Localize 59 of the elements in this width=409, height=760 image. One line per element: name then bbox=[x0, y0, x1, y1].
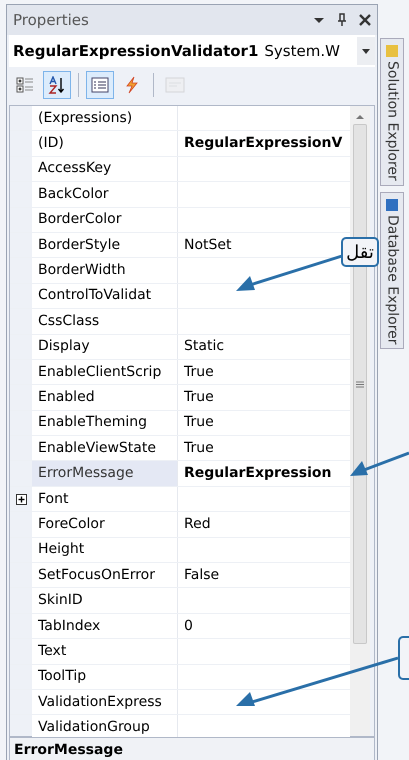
property-name[interactable]: TabIndex bbox=[32, 614, 178, 638]
property-value[interactable]: True bbox=[178, 360, 350, 384]
caret-icon bbox=[362, 48, 370, 54]
property-name[interactable]: EnableTheming bbox=[32, 410, 178, 436]
property-name[interactable]: ValidationExpress bbox=[32, 690, 178, 714]
properties-button[interactable] bbox=[86, 71, 114, 99]
property-name[interactable]: ToolTip bbox=[32, 664, 178, 689]
grip-icon bbox=[356, 380, 364, 388]
property-name[interactable]: ControlToValidat bbox=[32, 284, 178, 308]
property-name[interactable]: Font bbox=[32, 486, 178, 512]
solution-icon bbox=[384, 43, 400, 59]
expand-icon[interactable] bbox=[16, 494, 26, 505]
property-name[interactable]: BorderWidth bbox=[32, 258, 178, 283]
property-name[interactable]: Display bbox=[32, 334, 178, 359]
pin-icon[interactable] bbox=[337, 13, 347, 27]
property-name[interactable]: EnableClientScrip bbox=[32, 360, 178, 384]
callout-tooltip: تقل bbox=[341, 237, 379, 267]
page-icon bbox=[165, 77, 185, 93]
panel-title: Properties bbox=[13, 10, 90, 31]
property-value[interactable]: True bbox=[178, 436, 350, 460]
property-value[interactable]: False bbox=[178, 563, 350, 588]
property-name[interactable]: AccessKey bbox=[32, 156, 178, 182]
property-name[interactable]: (ID) bbox=[32, 131, 178, 156]
property-name[interactable]: BackColor bbox=[32, 182, 178, 207]
close-icon[interactable] bbox=[359, 14, 371, 26]
property-name[interactable]: BorderColor bbox=[32, 208, 178, 232]
dropdown-icon[interactable] bbox=[313, 16, 325, 24]
property-value[interactable]: Red bbox=[178, 512, 350, 537]
property-name[interactable]: Text bbox=[32, 639, 178, 664]
object-selector[interactable]: RegularExpressionValidator1 System.W bbox=[9, 35, 375, 67]
property-name[interactable]: ForeColor bbox=[32, 512, 178, 537]
property-name[interactable]: CssClass bbox=[32, 309, 178, 334]
property-name[interactable]: SkinID bbox=[32, 588, 178, 613]
property-value[interactable] bbox=[178, 690, 350, 714]
property-value[interactable] bbox=[178, 284, 350, 308]
property-name[interactable]: EnableViewState bbox=[32, 436, 178, 460]
description-title: ErrorMessage bbox=[14, 742, 123, 758]
list-icon bbox=[91, 77, 109, 93]
property-name[interactable]: SetFocusOnError bbox=[32, 563, 178, 588]
property-value[interactable]: Static bbox=[178, 334, 350, 359]
property-value[interactable]: True bbox=[178, 410, 350, 436]
categorized-icon bbox=[16, 76, 34, 94]
alphabetical-button[interactable] bbox=[43, 71, 71, 99]
side-tab[interactable]: Database Explorer bbox=[380, 192, 404, 350]
property-value[interactable]: RegularExpression bbox=[178, 461, 350, 486]
property-value[interactable]: 0 bbox=[178, 614, 350, 638]
property-name[interactable]: (Expressions) bbox=[32, 106, 178, 130]
property-name[interactable]: BorderStyle bbox=[32, 232, 178, 258]
property-name[interactable]: Enabled bbox=[32, 385, 178, 410]
property-name[interactable]: Height bbox=[32, 538, 178, 562]
property-value[interactable]: True bbox=[178, 385, 350, 410]
property-name[interactable]: ErrorMessage bbox=[32, 461, 178, 486]
property-value[interactable]: RegularExpressionV bbox=[178, 131, 350, 156]
lightning-icon bbox=[125, 76, 139, 94]
side-tab[interactable]: Solution Explorer bbox=[380, 38, 404, 186]
database-icon bbox=[384, 196, 400, 213]
property-value[interactable] bbox=[178, 664, 350, 689]
sort-az-icon bbox=[48, 76, 66, 94]
arrow bbox=[350, 452, 409, 476]
